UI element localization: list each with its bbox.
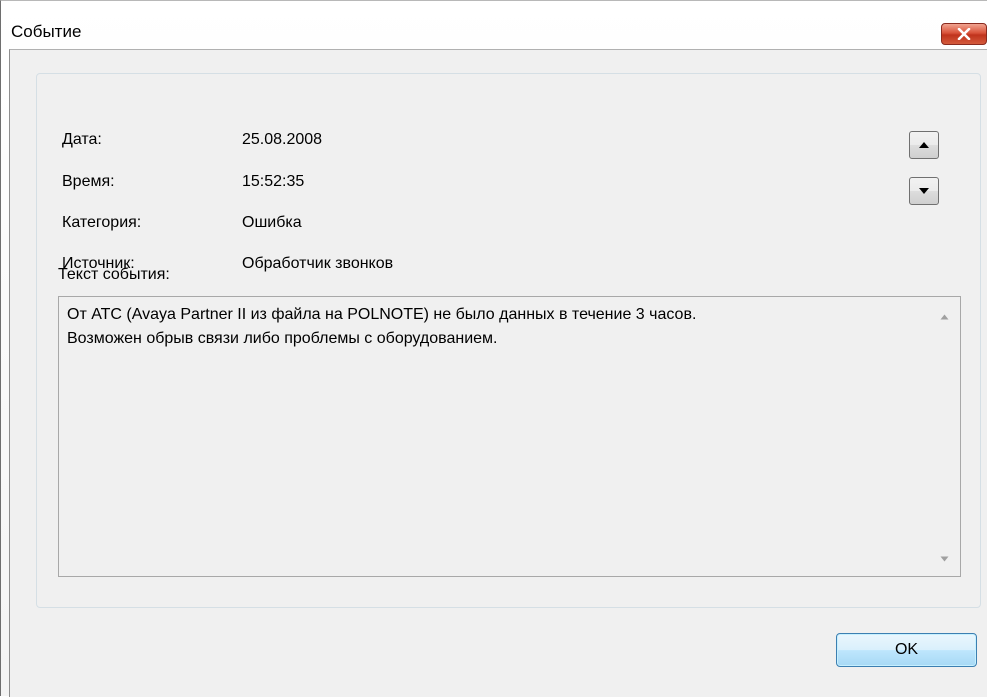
category-label: Категория:	[62, 214, 142, 231]
window-title: Событие	[11, 22, 82, 41]
event-dialog: Событие Дата: 25.08.2008 Время: 15:52:35…	[0, 0, 987, 697]
event-text-area[interactable]: От АТС (Avaya Partner II из файла на POL…	[58, 296, 961, 577]
time-label: Время:	[62, 173, 115, 190]
event-text: От АТС (Avaya Partner II из файла на POL…	[67, 306, 697, 347]
arrow-up-icon	[919, 142, 929, 148]
time-value: 15:52:35	[242, 173, 305, 190]
scroll-up-arrow-icon	[940, 314, 948, 320]
previous-event-button[interactable]	[909, 131, 939, 159]
close-button[interactable]	[941, 23, 987, 45]
close-icon	[957, 28, 971, 40]
next-event-button[interactable]	[909, 177, 939, 205]
arrow-down-icon	[919, 188, 929, 194]
event-text-label: Текст события:	[58, 266, 170, 283]
date-label: Дата:	[62, 131, 102, 148]
scroll-down-arrow-icon	[940, 556, 948, 562]
ok-button[interactable]: OK	[836, 633, 977, 667]
scroll-down-button[interactable]	[933, 551, 955, 567]
title-bar[interactable]: Событие	[1, 1, 987, 45]
scroll-up-button[interactable]	[933, 309, 955, 325]
category-value: Ошибка	[242, 214, 302, 231]
source-value: Обработчик звонков	[242, 255, 394, 272]
dialog-client-area: Дата: 25.08.2008 Время: 15:52:35 Категор…	[9, 49, 987, 697]
date-value: 25.08.2008	[242, 131, 323, 148]
